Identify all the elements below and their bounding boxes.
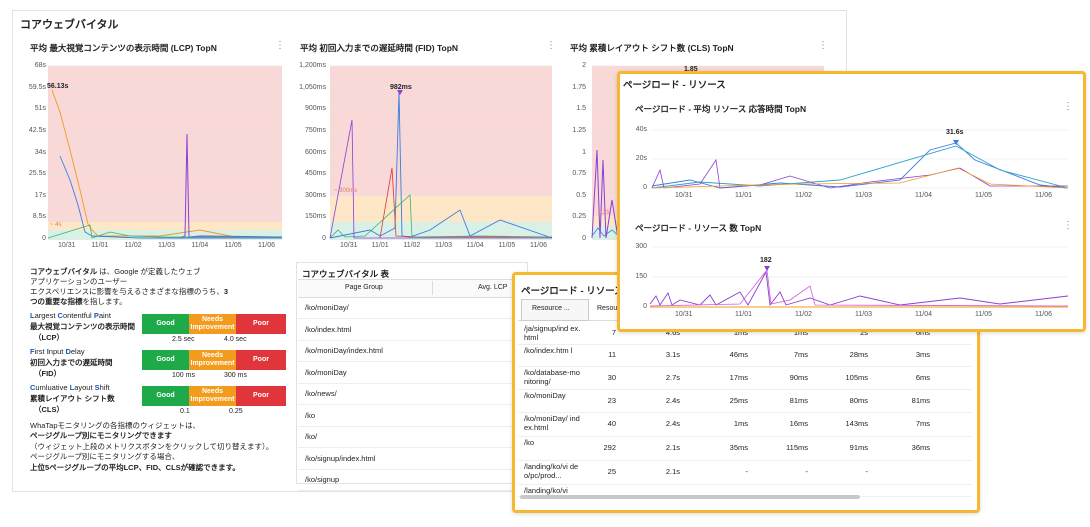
resp-x-tick: 11/06 [1035,192,1052,199]
count-series-pink [649,268,1069,307]
count-x-tick: 11/06 [1035,311,1052,318]
count-x-tick: 10/31 [675,311,693,318]
resp-x-tick: 11/01 [735,192,752,199]
count-x-tick: 11/02 [795,311,812,318]
count-chart [649,246,1069,308]
count-peak-marker [764,266,770,271]
count-y-tick: 0 [643,303,647,310]
resp-x-tick: 11/03 [855,192,872,199]
count-x-tick: 11/05 [975,311,992,318]
count-y-tick: 150 [635,273,647,280]
count-x-tick: 11/03 [855,311,872,318]
count-y-tick: 300 [635,243,647,250]
resp-x-tick: 11/05 [975,192,992,199]
resp-x-tick: 11/04 [915,192,932,199]
resp-x-tick: 10/31 [675,192,693,199]
count-x-tick: 11/04 [915,311,932,318]
resp-x-tick: 11/02 [795,192,812,199]
count-x-tick: 11/01 [735,311,752,318]
count-peak-label: 182 [760,257,772,264]
